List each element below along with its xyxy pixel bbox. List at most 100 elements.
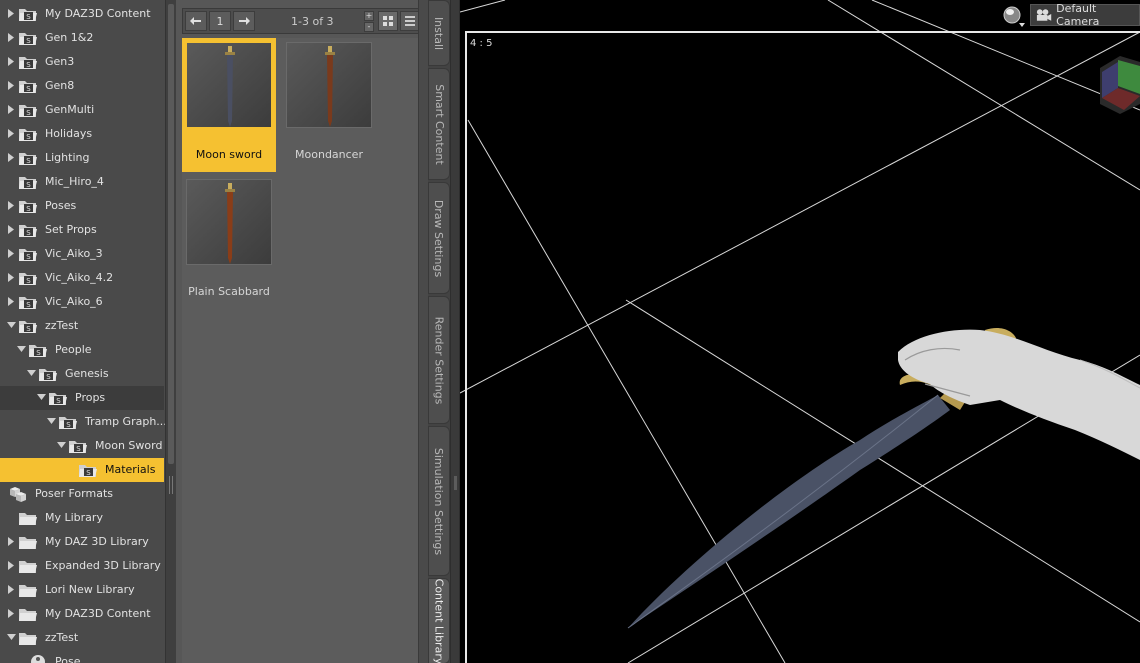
- tree-expander[interactable]: [7, 537, 15, 546]
- expand-arrow-icon[interactable]: [7, 537, 15, 546]
- tree-expander[interactable]: [7, 633, 16, 642]
- tree-item[interactable]: S Mic_Hiro_4: [0, 170, 164, 194]
- tab-content-library[interactable]: Content Library: [428, 578, 450, 663]
- collapse-arrow-icon[interactable]: [57, 441, 66, 449]
- tree-expander[interactable]: [7, 153, 15, 162]
- page-number-field[interactable]: 1: [209, 11, 231, 31]
- expand-arrow-icon[interactable]: [7, 561, 15, 570]
- product-item[interactable]: Moondancer: [282, 38, 376, 172]
- tree-expander[interactable]: [7, 33, 15, 42]
- expand-arrow-icon[interactable]: [7, 585, 15, 594]
- tree-item[interactable]: S Holidays: [0, 122, 164, 146]
- tab-smart-content[interactable]: Smart Content: [428, 68, 450, 180]
- view-cube-icon[interactable]: [1096, 48, 1140, 118]
- expand-arrow-icon[interactable]: [7, 609, 15, 618]
- tree-expander[interactable]: [47, 417, 56, 426]
- grid-view-button[interactable]: [378, 11, 398, 31]
- tree-item[interactable]: My DAZ 3D Library: [0, 530, 164, 554]
- product-item[interactable]: Plain Scabbard: [182, 175, 276, 309]
- collapse-arrow-icon[interactable]: [7, 633, 16, 641]
- tree-item[interactable]: Lori New Library: [0, 578, 164, 602]
- expand-arrow-icon[interactable]: [7, 297, 15, 306]
- tree-expander[interactable]: [7, 129, 15, 138]
- tree-item[interactable]: S Gen 1&2: [0, 26, 164, 50]
- tree-item[interactable]: S GenMulti: [0, 98, 164, 122]
- expand-arrow-icon[interactable]: [7, 129, 15, 138]
- expand-arrow-icon[interactable]: [7, 105, 15, 114]
- tree-item[interactable]: S Materials: [0, 458, 164, 482]
- tree-item[interactable]: S Props: [0, 386, 164, 410]
- splitter-grip[interactable]: [454, 476, 457, 490]
- tree-expander[interactable]: [7, 561, 15, 570]
- 3d-viewport[interactable]: 4 : 5 Default Camera: [460, 0, 1140, 663]
- tree-item[interactable]: S Lighting: [0, 146, 164, 170]
- tree-expander[interactable]: [7, 609, 15, 618]
- tree-item[interactable]: S My DAZ3D Content: [0, 2, 164, 26]
- tree-item[interactable]: My Library: [0, 506, 164, 530]
- expand-arrow-icon[interactable]: [7, 81, 15, 90]
- tree-item[interactable]: Pose: [0, 650, 164, 663]
- expand-arrow-icon[interactable]: [7, 153, 15, 162]
- collapse-arrow-icon[interactable]: [37, 393, 46, 401]
- expand-arrow-icon[interactable]: [7, 201, 15, 210]
- tree-expander[interactable]: [7, 201, 15, 210]
- expand-arrow-icon[interactable]: [7, 225, 15, 234]
- thumbnail-size-decrease-button[interactable]: -: [364, 22, 374, 32]
- tree-expander[interactable]: [7, 57, 15, 66]
- tree-item[interactable]: S Vic_Aiko_6: [0, 290, 164, 314]
- tree-item[interactable]: S Poses: [0, 194, 164, 218]
- tree-item[interactable]: My DAZ3D Content: [0, 602, 164, 626]
- tree-expander[interactable]: [27, 369, 36, 378]
- thumbnail-size-increase-button[interactable]: +: [364, 11, 374, 21]
- collapse-arrow-icon[interactable]: [17, 345, 26, 353]
- tree-expander[interactable]: [7, 249, 15, 258]
- draw-style-menu[interactable]: [1001, 4, 1027, 28]
- tree-item[interactable]: zzTest: [0, 626, 164, 650]
- tree-expander[interactable]: [17, 345, 26, 354]
- tree-expander[interactable]: [57, 441, 66, 450]
- panel-resize-grip[interactable]: [169, 476, 173, 494]
- camera-selector[interactable]: Default Camera: [1030, 2, 1140, 28]
- tree-expander[interactable]: [7, 273, 15, 282]
- tree-item[interactable]: S Genesis: [0, 362, 164, 386]
- tree-item[interactable]: S Vic_Aiko_4.2: [0, 266, 164, 290]
- tree-item[interactable]: SzzTest: [0, 314, 164, 338]
- tree-item[interactable]: S Set Props: [0, 218, 164, 242]
- list-view-button[interactable]: [400, 11, 420, 31]
- pane-splitter[interactable]: [450, 0, 460, 663]
- tree-expander[interactable]: [7, 585, 15, 594]
- tree-expander[interactable]: [7, 321, 16, 330]
- tree-expander[interactable]: [7, 297, 15, 306]
- expand-arrow-icon[interactable]: [7, 57, 15, 66]
- expand-arrow-icon[interactable]: [7, 273, 15, 282]
- content-scrollbar[interactable]: [418, 0, 428, 663]
- tree-expander[interactable]: [7, 105, 15, 114]
- tree-item[interactable]: S Gen8: [0, 74, 164, 98]
- tab-draw-settings[interactable]: Draw Settings: [428, 182, 450, 294]
- tab-install[interactable]: Install: [428, 0, 450, 66]
- tree-scrollbar-thumb[interactable]: [168, 4, 174, 464]
- tab-simulation-settings[interactable]: Simulation Settings: [428, 426, 450, 576]
- tree-item[interactable]: Expanded 3D Library: [0, 554, 164, 578]
- collapse-arrow-icon[interactable]: [27, 369, 36, 377]
- tree-item[interactable]: S Gen3: [0, 50, 164, 74]
- expand-arrow-icon[interactable]: [7, 249, 15, 258]
- tab-render-settings[interactable]: Render Settings: [428, 296, 450, 424]
- tree-expander[interactable]: [7, 9, 15, 18]
- tree-item[interactable]: S Tramp Graph...: [0, 410, 167, 434]
- tree-item[interactable]: Poser Formats: [0, 482, 164, 506]
- tree-item[interactable]: S Moon Sword: [0, 434, 164, 458]
- tree-expander[interactable]: [7, 81, 15, 90]
- next-page-button[interactable]: [233, 11, 255, 31]
- collapse-arrow-icon[interactable]: [47, 417, 56, 425]
- expand-arrow-icon[interactable]: [7, 33, 15, 42]
- product-item[interactable]: Moon sword: [182, 38, 276, 172]
- previous-page-button[interactable]: [185, 11, 207, 31]
- tree-scrollbar[interactable]: [165, 0, 176, 663]
- tree-item[interactable]: S Vic_Aiko_3: [0, 242, 164, 266]
- collapse-arrow-icon[interactable]: [7, 321, 16, 329]
- tree-expander[interactable]: [37, 393, 46, 402]
- tree-item[interactable]: S People: [0, 338, 164, 362]
- expand-arrow-icon[interactable]: [7, 9, 15, 18]
- tree-expander[interactable]: [7, 225, 15, 234]
